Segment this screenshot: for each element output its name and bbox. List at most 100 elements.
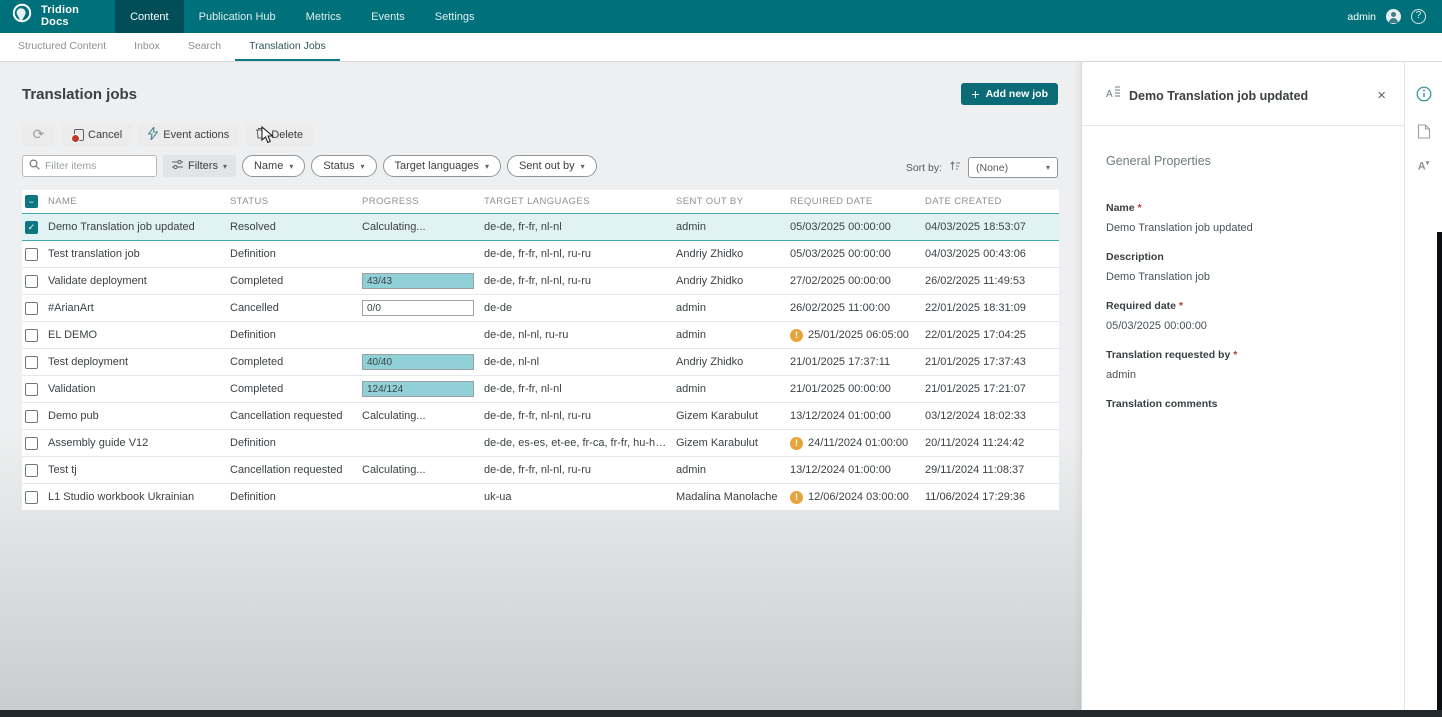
job-status: Completed xyxy=(230,356,362,368)
column-header-required-date[interactable]: REQUIRED DATE xyxy=(790,196,925,207)
cancel-button[interactable]: Cancel xyxy=(61,123,132,146)
row-checkbox[interactable] xyxy=(25,491,38,504)
filter-pill-status[interactable]: Status▾ xyxy=(311,155,376,177)
brand-logo[interactable]: TridionDocs xyxy=(0,0,91,33)
page-title: Translation jobs xyxy=(22,86,137,103)
translation-jobs-table: −NAMESTATUSPROGRESSTARGET LANGUAGESSENT … xyxy=(22,190,1059,511)
subnav-item-inbox[interactable]: Inbox xyxy=(120,33,174,61)
progress-bar: 0/0 xyxy=(362,300,474,316)
job-sent-out-by: admin xyxy=(676,383,790,395)
job-required-date: 21/01/2025 17:37:11 xyxy=(790,356,925,368)
row-checkbox[interactable] xyxy=(25,356,38,369)
sort-group: Sort by: (None) ▾ xyxy=(906,157,1058,178)
primary-nav: ContentPublication HubMetricsEventsSetti… xyxy=(115,0,489,33)
field-label: Description xyxy=(1106,251,1380,263)
warning-icon: ! xyxy=(790,329,803,342)
help-icon[interactable]: ? xyxy=(1411,9,1426,24)
job-status: Cancelled xyxy=(230,302,362,314)
row-checkbox-cell xyxy=(22,464,48,477)
table-row[interactable]: EL DEMODefinitionde-de, nl-nl, ru-ruadmi… xyxy=(22,322,1059,349)
topnav-item-publication-hub[interactable]: Publication Hub xyxy=(184,0,291,33)
row-checkbox[interactable] xyxy=(25,275,38,288)
row-checkbox[interactable] xyxy=(25,410,38,423)
table-row[interactable]: Validate deploymentCompleted43/43de-de, … xyxy=(22,268,1059,295)
row-checkbox[interactable] xyxy=(25,383,38,396)
job-date-created: 29/11/2024 11:08:37 xyxy=(925,464,1059,476)
filter-pills: Name▾ Status▾ Target languages▾ Sent out by… xyxy=(242,155,597,177)
filter-items-input[interactable] xyxy=(45,160,150,172)
job-name: Test deployment xyxy=(48,356,230,368)
info-tab-icon[interactable] xyxy=(1416,86,1432,107)
brand-text: TridionDocs xyxy=(41,5,79,28)
top-bar-right: admin ? xyxy=(1347,0,1442,33)
subnav-item-structured-content[interactable]: Structured Content xyxy=(4,33,120,61)
field-required-date: Required date *05/03/2025 00:00:00 xyxy=(1106,300,1380,332)
close-icon[interactable]: × xyxy=(1377,87,1386,104)
subnav-item-search[interactable]: Search xyxy=(174,33,235,61)
warning-icon: ! xyxy=(790,491,803,504)
topnav-item-content[interactable]: Content xyxy=(115,0,184,33)
refresh-button[interactable]: ⟳ xyxy=(22,123,55,146)
row-checkbox-cell xyxy=(22,356,48,369)
user-avatar-icon[interactable] xyxy=(1386,9,1401,24)
delete-button[interactable]: Delete xyxy=(245,123,313,146)
job-name: Test translation job xyxy=(48,248,230,260)
select-all-checkbox[interactable]: − xyxy=(25,195,38,208)
sort-order-icon[interactable] xyxy=(949,159,961,177)
row-checkbox[interactable]: ✓ xyxy=(25,221,38,234)
field-label: Translation comments xyxy=(1106,398,1380,410)
progress-label: 0/0 xyxy=(367,303,381,314)
topnav-item-metrics[interactable]: Metrics xyxy=(291,0,356,33)
table-row[interactable]: ✓Demo Translation job updatedResolvedCal… xyxy=(22,213,1059,241)
filter-pill-sent-out-by[interactable]: Sent out by▾ xyxy=(507,155,597,177)
detail-panel-header: A Demo Translation job updated × xyxy=(1082,62,1404,105)
pill-label: Sent out by xyxy=(519,160,575,172)
job-required-date: !24/11/2024 01:00:00 xyxy=(790,437,925,450)
required-asterisk: * xyxy=(1135,202,1142,214)
filters-sliders-icon xyxy=(172,159,183,173)
filter-pill-name[interactable]: Name▾ xyxy=(242,155,305,177)
topnav-item-settings[interactable]: Settings xyxy=(420,0,490,33)
table-row[interactable]: #ArianArtCancelled0/0de-deadmin26/02/202… xyxy=(22,295,1059,322)
table-row[interactable]: L1 Studio workbook UkrainianDefinitionuk… xyxy=(22,484,1059,511)
document-tab-icon[interactable] xyxy=(1417,124,1430,144)
progress-label: 43/43 xyxy=(367,276,392,287)
progress-bar: 124/124 xyxy=(362,381,474,397)
row-checkbox[interactable] xyxy=(25,329,38,342)
job-required-date: 13/12/2024 01:00:00 xyxy=(790,464,925,476)
job-date-created: 21/01/2025 17:21:07 xyxy=(925,383,1059,395)
field-label-text: Required date xyxy=(1106,300,1176,312)
table-row[interactable]: Test translation jobDefinitionde-de, fr-… xyxy=(22,241,1059,268)
filter-pill-target-languages[interactable]: Target languages▾ xyxy=(383,155,501,177)
divider xyxy=(1082,125,1404,126)
event-actions-button[interactable]: Event actions xyxy=(138,123,239,146)
column-header-progress[interactable]: PROGRESS xyxy=(362,196,484,207)
subnav-item-translation-jobs[interactable]: Translation Jobs xyxy=(235,33,340,61)
toolbar: ⟳ Cancel Event actions Delete xyxy=(22,123,313,146)
column-header-date-created[interactable]: DATE CREATED xyxy=(925,196,1059,207)
job-target-languages: de-de, nl-nl xyxy=(484,356,676,368)
search-icon xyxy=(29,157,40,175)
row-checkbox[interactable] xyxy=(25,464,38,477)
job-status: Completed xyxy=(230,275,362,287)
table-row[interactable]: Demo pubCancellation requestedCalculatin… xyxy=(22,403,1059,430)
job-required-date: !12/06/2024 03:00:00 xyxy=(790,491,925,504)
row-checkbox[interactable] xyxy=(25,248,38,261)
row-checkbox[interactable] xyxy=(25,302,38,315)
topnav-item-events[interactable]: Events xyxy=(356,0,420,33)
table-row[interactable]: Assembly guide V12Definitionde-de, es-es… xyxy=(22,430,1059,457)
table-row[interactable]: Test deploymentCompleted40/40de-de, nl-n… xyxy=(22,349,1059,376)
row-checkbox[interactable] xyxy=(25,437,38,450)
trash-icon xyxy=(255,127,266,142)
filters-button[interactable]: Filters ▾ xyxy=(163,155,236,177)
table-row[interactable]: Test tjCancellation requestedCalculating… xyxy=(22,457,1059,484)
column-header-name[interactable]: NAME xyxy=(48,196,230,207)
column-header-target-languages[interactable]: TARGET LANGUAGES xyxy=(484,196,676,207)
filter-search[interactable] xyxy=(22,155,157,177)
table-row[interactable]: ValidationCompleted124/124de-de, fr-fr, … xyxy=(22,376,1059,403)
add-new-job-button[interactable]: + Add new job xyxy=(961,83,1058,105)
column-header-status[interactable]: STATUS xyxy=(230,196,362,207)
column-header-sent-out-by[interactable]: SENT OUT BY xyxy=(676,196,790,207)
sort-by-select[interactable]: (None) ▾ xyxy=(968,157,1058,178)
translation-tab-icon[interactable]: A▾ xyxy=(1418,159,1429,173)
